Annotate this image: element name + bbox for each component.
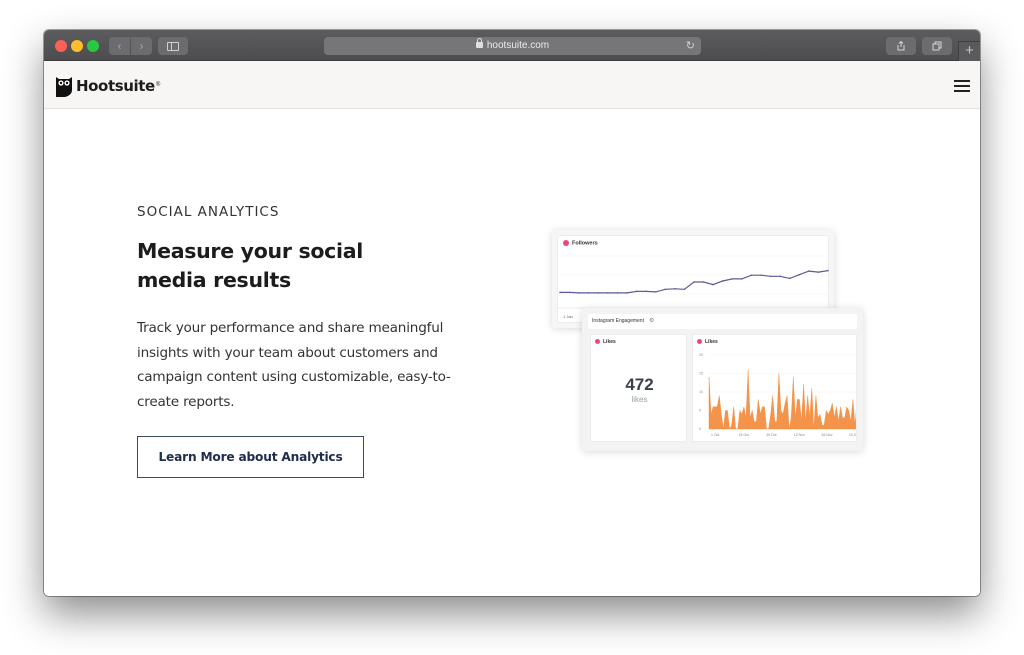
likes-chart-card: Likes 0 5 10 15 20 1 Oct 15 Oct 29 Oct 12 Nov 26 … bbox=[692, 334, 857, 442]
sidebar-toggle-button[interactable] bbox=[158, 37, 188, 55]
browser-toolbar: ‹ › hootsuite.com ↻ + bbox=[44, 30, 980, 61]
followers-point bbox=[741, 278, 743, 280]
likes-dot-icon bbox=[595, 339, 600, 345]
x-tick-label: 29 Oct bbox=[766, 433, 776, 437]
address-bar[interactable]: hootsuite.com ↻ bbox=[324, 37, 701, 55]
learn-more-analytics-button[interactable]: Learn More about Analytics bbox=[137, 436, 364, 478]
followers-point bbox=[664, 288, 667, 291]
show-tabs-button[interactable] bbox=[922, 37, 952, 55]
plus-icon: + bbox=[965, 42, 974, 59]
followers-point bbox=[712, 283, 714, 286]
chevron-right-icon: › bbox=[139, 39, 144, 53]
engagement-title: Instagram Engagement bbox=[592, 318, 644, 324]
hero-description: Track your performance and share meaning… bbox=[137, 320, 451, 410]
followers-point bbox=[769, 275, 772, 278]
site-header: Hootsuite ® bbox=[44, 61, 980, 109]
followers-point bbox=[654, 291, 657, 293]
likes-area-chart: 0 5 10 15 20 1 Oct 15 Oct 29 Oct 12 Nov 26 Nov 10 … bbox=[699, 353, 857, 437]
followers-point bbox=[702, 281, 705, 283]
share-button[interactable] bbox=[886, 37, 916, 55]
chevron-left-icon: ‹ bbox=[117, 39, 122, 53]
new-tab-button[interactable]: + bbox=[958, 41, 980, 61]
logo-text: Hootsuite bbox=[76, 77, 155, 95]
followers-point bbox=[693, 281, 695, 283]
likes-card-title: Likes bbox=[595, 339, 616, 345]
reload-icon[interactable]: ↻ bbox=[686, 37, 695, 55]
followers-point bbox=[798, 273, 801, 276]
engagement-header: Instagram Engagement ⚙ bbox=[588, 314, 857, 329]
registered-mark: ® bbox=[155, 82, 161, 88]
y-tick-label: 10 bbox=[699, 390, 703, 394]
browser-window: ‹ › hootsuite.com ↻ + Hootsuite ® SOCIAL… bbox=[44, 30, 980, 596]
likes-unit: likes bbox=[631, 395, 648, 404]
section-eyebrow: SOCIAL ANALYTICS bbox=[137, 204, 280, 220]
followers-point bbox=[597, 292, 600, 294]
followers-point bbox=[827, 269, 829, 272]
followers-point bbox=[578, 292, 580, 294]
y-tick-label: 5 bbox=[699, 409, 701, 413]
forward-button[interactable]: › bbox=[131, 37, 152, 55]
y-tick-label: 0 bbox=[699, 427, 701, 431]
likes-area bbox=[708, 369, 856, 430]
x-tick-label: 15 Oct bbox=[739, 433, 749, 437]
back-button[interactable]: ‹ bbox=[109, 37, 130, 55]
owl-logo-icon bbox=[56, 76, 72, 97]
followers-point bbox=[760, 274, 762, 277]
followers-point bbox=[607, 292, 609, 294]
x-tick-label: 26 Nov bbox=[821, 433, 832, 437]
x-tick-label: 1 Oct bbox=[711, 433, 719, 437]
followers-point bbox=[817, 271, 820, 273]
hamburger-menu-icon[interactable] bbox=[954, 80, 970, 92]
followers-point bbox=[779, 275, 781, 278]
followers-point bbox=[635, 290, 638, 293]
followers-point bbox=[788, 277, 791, 280]
followers-point bbox=[674, 287, 676, 290]
followers-point bbox=[616, 292, 619, 294]
followers-point bbox=[568, 291, 571, 294]
followers-point bbox=[750, 274, 753, 277]
x-tick-label: 1 Jan bbox=[563, 314, 573, 319]
followers-point bbox=[587, 292, 590, 294]
followers-point bbox=[645, 290, 647, 293]
hero-section: SOCIAL ANALYTICS Measure your social med… bbox=[44, 110, 980, 596]
sidebar-icon bbox=[167, 42, 179, 51]
y-tick-label: 20 bbox=[699, 353, 703, 357]
followers-point bbox=[559, 291, 561, 294]
x-tick-label: 12 Nov bbox=[794, 433, 805, 437]
minimize-window-button[interactable] bbox=[71, 40, 83, 52]
followers-point bbox=[808, 270, 810, 272]
followers-point bbox=[626, 292, 628, 294]
headline-line-1: Measure your social bbox=[137, 239, 363, 263]
followers-point bbox=[721, 280, 724, 282]
y-tick-label: 15 bbox=[699, 372, 703, 376]
followers-point bbox=[731, 278, 734, 280]
x-tick-label: 10 Dec bbox=[849, 433, 857, 437]
settings-icon[interactable]: ⚙ bbox=[649, 317, 654, 324]
followers-point bbox=[683, 288, 686, 291]
maximize-window-button[interactable] bbox=[87, 40, 99, 52]
page-title: Measure your social media results bbox=[137, 237, 417, 295]
likes-value: 472 bbox=[625, 375, 654, 394]
instagram-engagement-card: Instagram Engagement ⚙ Likes 472 likes L… bbox=[582, 308, 863, 451]
lock-icon bbox=[475, 38, 483, 48]
likes-total-card: Likes 472 likes bbox=[590, 334, 687, 442]
hootsuite-logo[interactable]: Hootsuite ® bbox=[56, 75, 160, 97]
close-window-button[interactable] bbox=[55, 40, 67, 52]
url-text: hootsuite.com bbox=[486, 40, 550, 51]
tabs-icon bbox=[932, 41, 942, 51]
share-icon bbox=[897, 41, 905, 51]
headline-line-2: media results bbox=[137, 268, 291, 292]
